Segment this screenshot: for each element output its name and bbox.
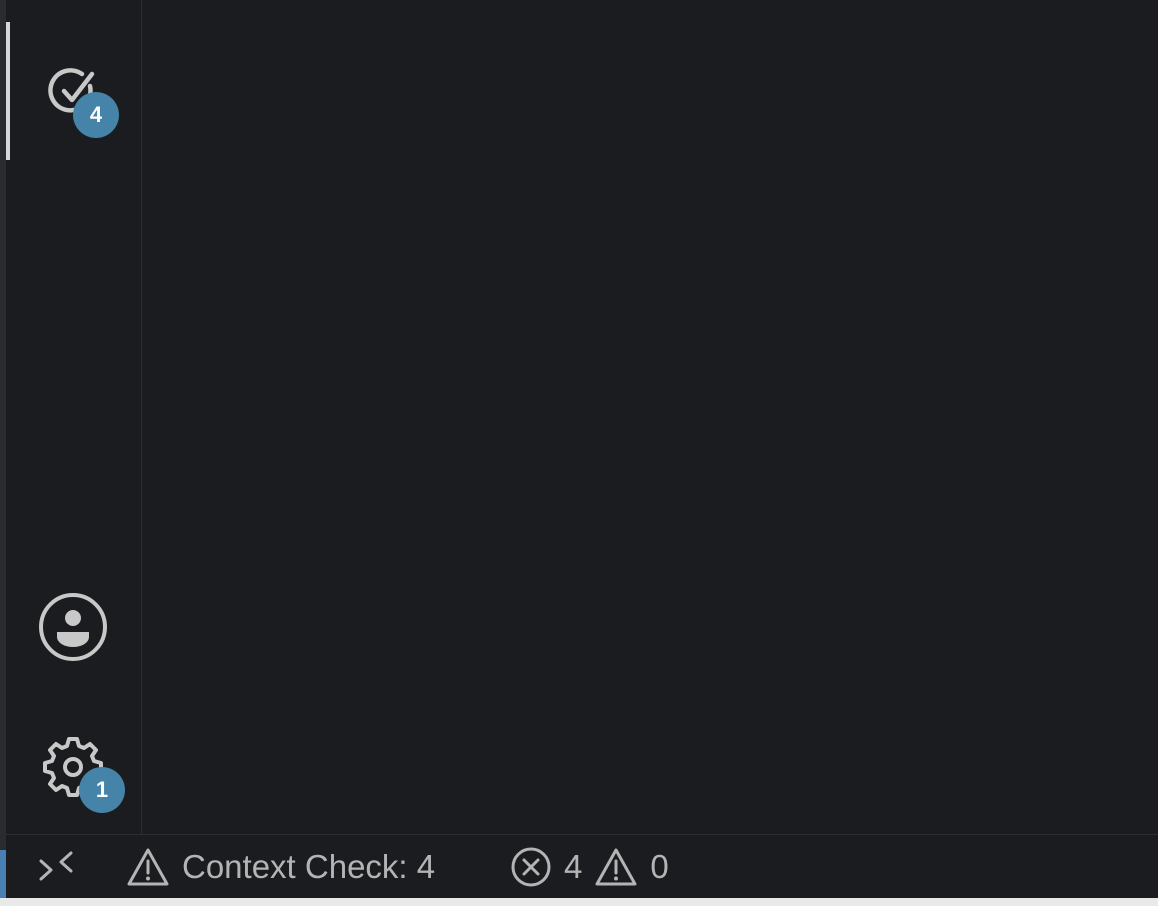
remote-icon — [39, 851, 73, 881]
activity-item-settings[interactable]: 1 — [28, 720, 125, 813]
activity-item-account[interactable] — [28, 581, 120, 673]
status-bar: Context Check: 4 4 0 — [6, 834, 1158, 899]
context-check-status[interactable]: Context Check: 4 — [126, 835, 435, 899]
context-check-label: Context Check: 4 — [182, 848, 436, 885]
editor-area[interactable] — [142, 0, 1158, 834]
warning-icon — [127, 848, 169, 886]
activity-item-context-check[interactable]: 4 — [28, 46, 120, 138]
problems-status[interactable]: 4 0 — [510, 835, 669, 899]
settings-badge: 1 — [79, 767, 125, 813]
active-indicator — [6, 22, 10, 160]
error-icon — [511, 847, 551, 887]
account-icon — [39, 593, 107, 661]
activity-bar: 4 1 — [6, 0, 142, 834]
warning-icon — [595, 848, 637, 886]
app-window: 4 1 Context Check: 4 4 0 — [0, 0, 1158, 906]
warnings-count: 0 — [650, 848, 669, 885]
errors-count: 4 — [564, 848, 583, 885]
context-check-badge: 4 — [73, 92, 119, 138]
remote-indicator[interactable] — [36, 835, 76, 899]
window-bottom-edge — [0, 898, 1158, 906]
